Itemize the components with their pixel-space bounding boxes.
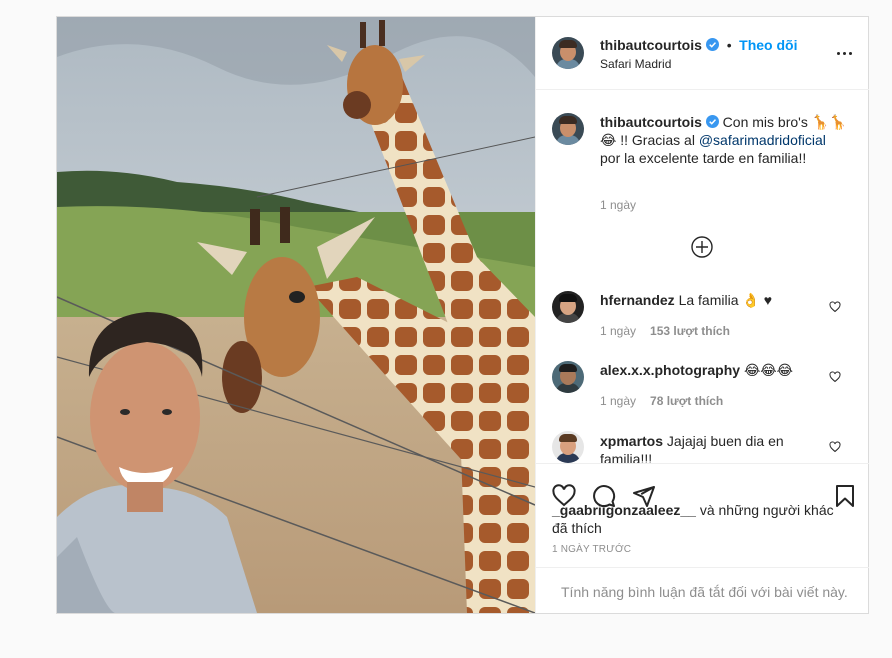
caption-author-avatar[interactable] <box>552 113 584 145</box>
comment-meta: 1 ngày 153 lượt thích <box>600 324 730 338</box>
comment-item: alex.x.x.photography 😂😂😂 <box>600 362 793 379</box>
commenter-avatar[interactable] <box>552 361 584 393</box>
caption: thibautcourtois Con mis bro's 🦒🦒 😂 !! Gr… <box>600 113 850 167</box>
comment-time[interactable]: 1 ngày <box>600 324 636 338</box>
comment-likes[interactable]: 78 lượt thích <box>650 394 723 408</box>
comment-text: La familia 👌 ♥ <box>678 292 773 308</box>
verified-badge-icon <box>705 115 719 128</box>
comment-item: hfernandez La familia 👌 ♥ <box>600 292 772 309</box>
load-more-comments-icon[interactable] <box>691 236 713 258</box>
like-comment-heart-icon[interactable] <box>829 301 841 313</box>
author-avatar[interactable] <box>552 37 584 69</box>
post-header: thibautcourtois • Theo dõi Safari Madrid <box>536 17 869 90</box>
caption-text-2: 😂 !! Gracias al <box>600 132 699 148</box>
post-timestamp[interactable]: 1 NGÀY TRƯỚC <box>552 544 631 555</box>
commenter-username[interactable]: xpmartos <box>600 433 663 449</box>
like-comment-heart-icon[interactable] <box>829 441 841 453</box>
comment-meta: 1 ngày 78 lượt thích <box>600 394 723 408</box>
comments-disabled-notice: Tính năng bình luận đã tắt đối với bài v… <box>536 567 869 613</box>
separator-dot: • <box>726 37 732 53</box>
caption-author-username[interactable]: thibautcourtois <box>600 114 702 130</box>
like-comment-heart-icon[interactable] <box>829 371 841 383</box>
author-username[interactable]: thibautcourtois <box>600 37 702 53</box>
liked-by-username[interactable]: _gaabriigonzaaleez__ <box>552 502 696 518</box>
liked-by: _gaabriigonzaaleez__ và những người khác… <box>552 501 852 537</box>
caption-text-3: por la excelente tarde en familia!! <box>600 150 807 166</box>
caption-time[interactable]: 1 ngày <box>600 198 636 212</box>
comments-list[interactable]: thibautcourtois Con mis bro's 🦒🦒 😂 !! Gr… <box>536 91 869 463</box>
post-photo[interactable] <box>57 17 535 613</box>
comment-text: 😂😂😂 <box>743 362 794 378</box>
post-location[interactable]: Safari Madrid <box>600 57 671 71</box>
caption-text-1: Con mis bro's 🦒🦒 <box>722 114 847 130</box>
commenter-avatar[interactable] <box>552 431 584 463</box>
comment-time[interactable]: 1 ngày <box>600 394 636 408</box>
comment-item: xpmartos Jajajaj buen dia en familia!!! <box>600 432 815 463</box>
commenter-username[interactable]: hfernandez <box>600 292 675 308</box>
follow-button[interactable]: Theo dõi <box>739 37 797 53</box>
instagram-post: thibautcourtois • Theo dõi Safari Madrid… <box>56 16 869 614</box>
post-side-panel: thibautcourtois • Theo dõi Safari Madrid… <box>535 17 869 613</box>
caption-mention-link[interactable]: @safarimadridoficial <box>699 132 826 148</box>
verified-badge-icon <box>706 38 720 51</box>
more-options-icon[interactable] <box>837 45 853 61</box>
commenter-avatar[interactable] <box>552 291 584 323</box>
commenter-username[interactable]: alex.x.x.photography <box>600 362 740 378</box>
comment-likes[interactable]: 153 lượt thích <box>650 324 730 338</box>
